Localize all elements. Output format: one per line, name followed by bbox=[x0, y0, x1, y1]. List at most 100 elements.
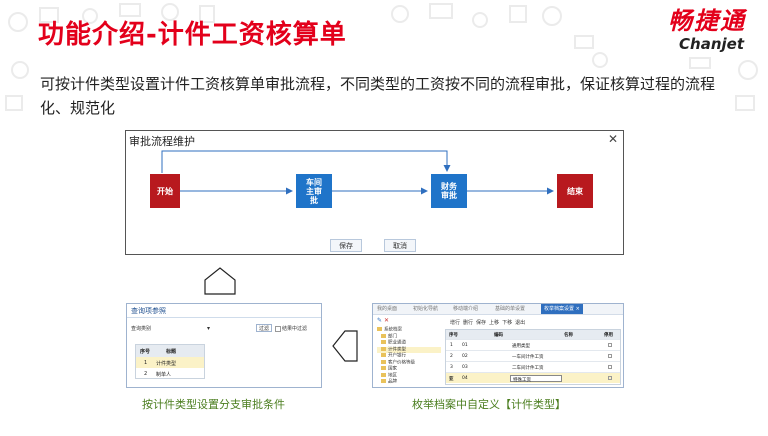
tree-item-label: 计件类型 bbox=[388, 347, 406, 352]
folder-icon bbox=[381, 340, 386, 344]
column-header-disabled: 停用 bbox=[604, 333, 613, 338]
column-header-name: 名称 bbox=[564, 333, 573, 338]
query-reference-panel: 查询项参照 查询类别 ▾ 过滤 结果中过滤 序号 标题 1 计件类型 2 制单人 bbox=[126, 303, 322, 388]
folder-icon bbox=[381, 372, 386, 377]
row-name: 通用类型 bbox=[512, 344, 530, 349]
row-name: 二车间计件工资 bbox=[512, 366, 544, 371]
column-header-code: 编码 bbox=[494, 333, 503, 338]
title-divider bbox=[127, 317, 321, 318]
disabled-checkbox[interactable] bbox=[608, 354, 612, 358]
tree-item-label: 客户价格等级 bbox=[388, 360, 415, 365]
table-row[interactable]: 2 02 一车间计件工资 bbox=[446, 350, 620, 361]
disabled-checkbox[interactable] bbox=[608, 343, 612, 347]
move-up-button[interactable]: 上移 bbox=[489, 320, 499, 326]
row-code: 03 bbox=[462, 365, 468, 370]
row-code: 02 bbox=[462, 354, 468, 359]
exit-button[interactable]: 退出 bbox=[515, 320, 525, 326]
table-row[interactable]: 1 01 通用类型 bbox=[446, 339, 620, 350]
row-no: 3 bbox=[450, 365, 453, 370]
row-title: 计件类型 bbox=[156, 361, 177, 367]
caption-custom-piecework-type: 枚举档案中自定义【计件类型】 bbox=[412, 398, 566, 411]
column-header-title: 标题 bbox=[166, 349, 177, 355]
table-row-editing[interactable]: 亚 04 特殊工资 bbox=[446, 372, 620, 383]
tab-init-navigation[interactable]: 初始化导航 bbox=[413, 305, 438, 312]
disabled-checkbox[interactable] bbox=[608, 376, 612, 380]
folder-icon bbox=[377, 327, 382, 331]
tab-enum-archive[interactable]: 枚举档案设置 × bbox=[541, 304, 583, 314]
tree-item-label: 部门 bbox=[388, 334, 397, 339]
arrow-up-icon bbox=[204, 267, 236, 295]
chanjet-logo: 畅捷通 Chanjet bbox=[668, 6, 746, 52]
table-row[interactable]: 1 计件类型 bbox=[136, 357, 204, 368]
folder-icon bbox=[381, 366, 386, 370]
move-down-button[interactable]: 下移 bbox=[502, 320, 512, 326]
flow-node-end[interactable]: 结束 bbox=[557, 174, 593, 208]
table-row[interactable]: 2 制单人 bbox=[136, 368, 204, 379]
slide-description: 可按计件类型设置计件工资核算单审批流程，不同类型的工资按不同的流程审批，保证核算… bbox=[40, 75, 716, 117]
tree-item[interactable]: 品牌 bbox=[377, 379, 441, 386]
folder-icon bbox=[381, 346, 386, 351]
logo-english: Chanjet bbox=[679, 35, 744, 53]
row-no: 2 bbox=[450, 354, 453, 359]
flow-node-finance-approval[interactable]: 财务 审批 bbox=[431, 174, 467, 208]
save-button[interactable]: 保存 bbox=[330, 239, 362, 252]
tree-item-label: 职业通道 bbox=[388, 340, 406, 346]
filter-button[interactable]: 过滤 bbox=[256, 324, 272, 332]
row-title: 制单人 bbox=[156, 372, 172, 378]
row-name: 特殊工资 bbox=[513, 378, 531, 383]
folder-icon bbox=[381, 379, 386, 383]
tab-close-icon[interactable]: × bbox=[576, 306, 580, 312]
delete-row-button[interactable]: 删行 bbox=[463, 320, 473, 326]
folder-icon bbox=[381, 333, 386, 338]
filter-in-results-checkbox[interactable]: 结果中过滤 bbox=[275, 325, 307, 332]
tab-enum-archive-label: 枚举档案设置 bbox=[544, 306, 575, 312]
disabled-checkbox[interactable] bbox=[608, 365, 612, 369]
edit-icon[interactable]: ✎ bbox=[377, 317, 382, 324]
archive-tree: 系统档案 部门 职业通道 计件类型 开户银行 客户价格等级 国家 地区 品牌 bbox=[377, 327, 441, 386]
enum-grid: 序号 编码 名称 停用 1 01 通用类型 2 02 一车间计件工资 3 03 … bbox=[445, 329, 621, 385]
cancel-button[interactable]: 取消 bbox=[384, 239, 416, 252]
tab-bar: 我的桌面 初始化导航 移动端介绍 基础的单设置 枚举档案设置 × bbox=[373, 304, 623, 315]
flow-node-start[interactable]: 开始 bbox=[150, 174, 180, 208]
arrow-left-icon bbox=[332, 330, 358, 362]
caption-branch-conditions: 按计件类型设置分支审批条件 bbox=[142, 398, 285, 411]
filter-label: 查询类别 bbox=[131, 326, 152, 332]
toolbar-icons: ✎ ✕ bbox=[377, 317, 389, 324]
tree-item-label: 品牌 bbox=[388, 379, 397, 385]
tree-item-label: 系统档案 bbox=[384, 327, 402, 333]
row-name: 一车间计件工资 bbox=[512, 355, 544, 360]
checkbox-box[interactable] bbox=[275, 325, 281, 332]
flow-connectors bbox=[161, 150, 554, 195]
grid-header bbox=[446, 330, 620, 339]
flow-node-workshop-approval[interactable]: 车间 主审 批 bbox=[296, 174, 332, 208]
approval-flow-dialog: 审批流程维护 ✕ 开始 车间 主审 批 财务 审批 结束 保存 取消 bbox=[125, 130, 624, 255]
row-no: 1 bbox=[144, 360, 148, 366]
enum-archive-panel: 我的桌面 初始化导航 移动端介绍 基础的单设置 枚举档案设置 × ✎ ✕ 增行删… bbox=[372, 303, 624, 388]
slide-title: 功能介绍-计件工资核算单 bbox=[38, 20, 347, 50]
save-button[interactable]: 保存 bbox=[476, 320, 486, 326]
column-header-no: 序号 bbox=[449, 333, 458, 338]
column-header-no: 序号 bbox=[140, 349, 151, 355]
reference-table: 序号 标题 1 计件类型 2 制单人 bbox=[135, 344, 205, 379]
row-no: 2 bbox=[144, 371, 148, 377]
folder-icon bbox=[381, 359, 386, 364]
row-code: 01 bbox=[462, 343, 468, 348]
tree-item-label: 地区 bbox=[388, 373, 397, 378]
enum-toolbar: 增行 删行 保存 上移 下移 退出 bbox=[450, 319, 528, 326]
tab-mobile-intro[interactable]: 移动端介绍 bbox=[453, 305, 478, 312]
name-edit-field[interactable]: 特殊工资 bbox=[510, 375, 562, 383]
logo-chinese: 畅捷通 bbox=[668, 7, 746, 35]
add-row-button[interactable]: 增行 bbox=[450, 320, 460, 326]
checkbox-label: 结果中过滤 bbox=[282, 326, 308, 332]
chevron-down-icon[interactable]: ▾ bbox=[207, 325, 210, 332]
folder-icon bbox=[381, 353, 386, 357]
connector-start-finance-bypass bbox=[161, 150, 451, 173]
table-row[interactable]: 3 03 二车间计件工资 bbox=[446, 361, 620, 372]
row-code: 04 bbox=[462, 376, 468, 381]
tab-basic-settings[interactable]: 基础的单设置 bbox=[495, 305, 525, 312]
panel-title: 查询项参照 bbox=[131, 307, 166, 315]
tree-item-label: 国家 bbox=[388, 366, 397, 372]
tab-my-desktop[interactable]: 我的桌面 bbox=[377, 305, 397, 312]
delete-icon[interactable]: ✕ bbox=[384, 317, 389, 324]
tree-item-label: 开户银行 bbox=[388, 353, 406, 359]
